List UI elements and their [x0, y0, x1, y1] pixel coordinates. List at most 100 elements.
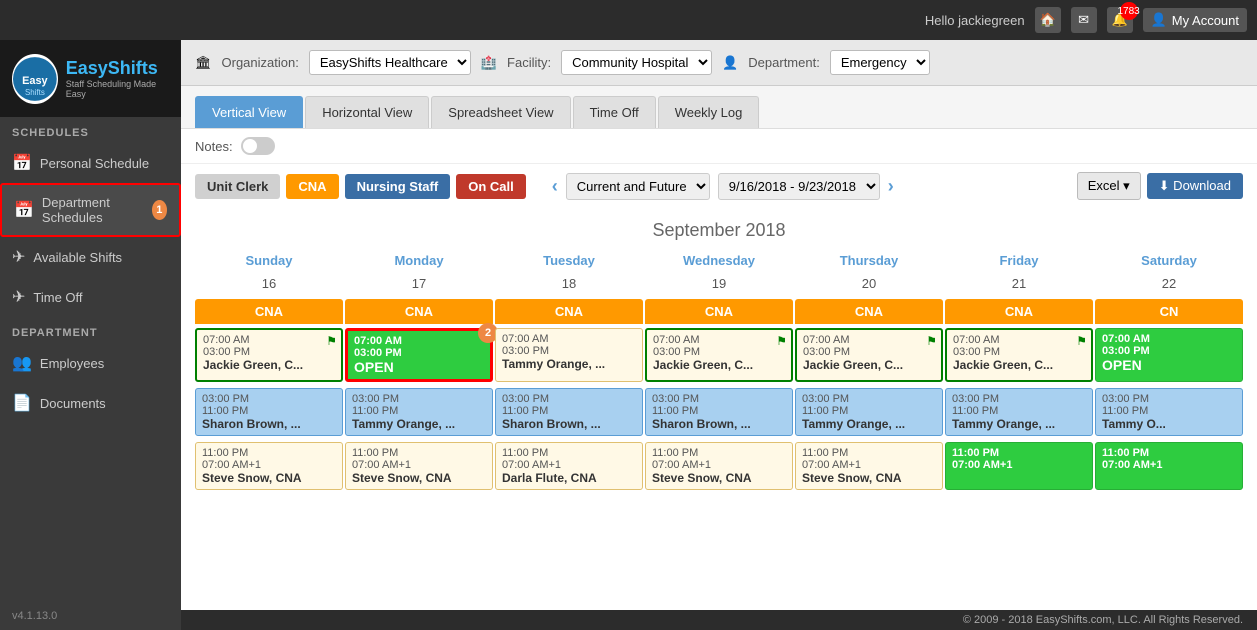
tab-vertical-view[interactable]: Vertical View	[195, 96, 303, 128]
shift-type-row: Unit Clerk CNA Nursing Staff On Call ‹ C…	[181, 164, 1257, 208]
org-select[interactable]: EasyShifts Healthcare	[309, 50, 471, 75]
sidebar-item-department-schedules[interactable]: 📅 Department Schedules 1	[0, 183, 181, 237]
mail-icon[interactable]: ✉	[1071, 7, 1097, 33]
sidebar-footer: v4.1.13.0	[0, 602, 181, 630]
shift-end: 11:00 PM	[802, 405, 936, 417]
shift-card-fri-2[interactable]: 03:00 PM 11:00 PM Tammy Orange, ...	[945, 388, 1093, 436]
shift-end: 03:00 PM	[953, 346, 1085, 358]
date-19: 19	[645, 274, 793, 293]
excel-button[interactable]: Excel ▾	[1077, 172, 1141, 200]
shift-start: 07:00 AM	[1102, 333, 1236, 345]
dept-select[interactable]: Emergency	[830, 50, 930, 75]
calendar-icon: 📅	[12, 153, 32, 173]
shift-person: Steve Snow, CNA	[202, 471, 336, 485]
facility-icon: 🏥	[481, 55, 497, 71]
shift-card-fri-1[interactable]: 07:00 AM 03:00 PM Jackie Green, C... ⚑	[945, 328, 1093, 382]
shift-card-mon-3[interactable]: 11:00 PM 07:00 AM+1 Steve Snow, CNA	[345, 442, 493, 490]
shift-card-tue-2[interactable]: 03:00 PM 11:00 PM Sharon Brown, ...	[495, 388, 643, 436]
notifications-icon[interactable]: 🔔 1783	[1107, 7, 1133, 33]
home-icon[interactable]: 🏠	[1035, 7, 1061, 33]
sidebar-item-available-shifts[interactable]: ✈ Available Shifts	[0, 237, 181, 277]
shift-start: 11:00 PM	[202, 447, 336, 459]
next-week-button[interactable]: ›	[888, 176, 894, 197]
notes-toggle[interactable]	[241, 137, 275, 155]
date-20: 20	[795, 274, 943, 293]
shift-card-mon-2[interactable]: 03:00 PM 11:00 PM Tammy Orange, ...	[345, 388, 493, 436]
org-label: Organization:	[222, 55, 299, 70]
shift-person: Steve Snow, CNA	[802, 471, 936, 485]
shift-person: Tammy Orange, ...	[952, 417, 1086, 431]
tab-time-off[interactable]: Time Off	[573, 96, 656, 128]
shift-end: 11:00 PM	[502, 405, 636, 417]
notes-toolbar: Notes:	[181, 129, 1257, 164]
department-section-label: DEPARTMENT	[0, 317, 181, 343]
shift-card-mon-1[interactable]: 07:00 AM 03:00 PM OPEN 2	[345, 328, 493, 382]
shift-card-thu-2[interactable]: 03:00 PM 11:00 PM Tammy Orange, ...	[795, 388, 943, 436]
logo-icon: Easy Shifts	[12, 54, 58, 104]
nursing-staff-button[interactable]: Nursing Staff	[345, 174, 451, 199]
shift-person: Jackie Green, C...	[653, 358, 785, 372]
shift-card-sun-2[interactable]: 03:00 PM 11:00 PM Sharon Brown, ...	[195, 388, 343, 436]
shift-card-thu-1[interactable]: 07:00 AM 03:00 PM Jackie Green, C... ⚑	[795, 328, 943, 382]
cna-header-fri: CNA	[945, 299, 1093, 324]
shift-end: 03:00 PM	[354, 347, 484, 359]
tab-spreadsheet-view[interactable]: Spreadsheet View	[431, 96, 570, 128]
shift-person: Tammy Orange, ...	[802, 417, 936, 431]
shift-person: Jackie Green, C...	[803, 358, 935, 372]
layout: Easy Shifts EasyShifts Staff Scheduling …	[0, 40, 1257, 630]
shift-card-wed-2[interactable]: 03:00 PM 11:00 PM Sharon Brown, ...	[645, 388, 793, 436]
shift-end: 11:00 PM	[1102, 405, 1236, 417]
dept-icon: 👤	[722, 55, 738, 71]
shift-card-tue-3[interactable]: 11:00 PM 07:00 AM+1 Darla Flute, CNA	[495, 442, 643, 490]
tab-horizontal-view[interactable]: Horizontal View	[305, 96, 429, 128]
date-21: 21	[945, 274, 1093, 293]
download-button[interactable]: ⬇ Download	[1147, 173, 1243, 199]
shift-person: Tammy O...	[1102, 417, 1236, 431]
oncall-button[interactable]: On Call	[456, 174, 526, 199]
shift-person: Tammy Orange, ...	[502, 357, 636, 371]
shift-card-sun-3[interactable]: 11:00 PM 07:00 AM+1 Steve Snow, CNA	[195, 442, 343, 490]
shift-person: Sharon Brown, ...	[652, 417, 786, 431]
footer: © 2009 - 2018 EasyShifts.com, LLC. All R…	[181, 610, 1257, 630]
account-label: My Account	[1172, 13, 1239, 28]
shift-card-sat-2[interactable]: 03:00 PM 11:00 PM Tammy O...	[1095, 388, 1243, 436]
green-flag-icon: ⚑	[326, 334, 337, 348]
prev-week-button[interactable]: ‹	[552, 176, 558, 197]
employees-icon: 👥	[12, 353, 32, 373]
day-header-saturday: Saturday	[1095, 249, 1243, 272]
cna-header-sat: CN	[1095, 299, 1243, 324]
dept-schedule-badge: 1	[152, 200, 167, 220]
shift-card-wed-1[interactable]: 07:00 AM 03:00 PM Jackie Green, C... ⚑	[645, 328, 793, 382]
shift-card-sat-1[interactable]: 07:00 AM 03:00 PM OPEN	[1095, 328, 1243, 382]
shift-card-tue-1[interactable]: 07:00 AM 03:00 PM Tammy Orange, ...	[495, 328, 643, 382]
shift-person: Steve Snow, CNA	[652, 471, 786, 485]
shift-end: 07:00 AM+1	[1102, 459, 1236, 471]
shift-card-thu-3[interactable]: 11:00 PM 07:00 AM+1 Steve Snow, CNA	[795, 442, 943, 490]
tab-weekly-log[interactable]: Weekly Log	[658, 96, 760, 128]
date-22: 22	[1095, 274, 1243, 293]
shift-end: 07:00 AM+1	[502, 459, 636, 471]
sidebar-item-time-off[interactable]: ✈ Time Off	[0, 277, 181, 317]
cna-button[interactable]: CNA	[286, 174, 338, 199]
shift-end: 07:00 AM+1	[352, 459, 486, 471]
shift-person: Sharon Brown, ...	[202, 417, 336, 431]
shift-card-fri-3[interactable]: 11:00 PM 07:00 AM+1	[945, 442, 1093, 490]
sidebar-item-employees[interactable]: 👥 Employees	[0, 343, 181, 383]
sidebar-item-documents[interactable]: 📄 Documents	[0, 383, 181, 423]
unit-clerk-button[interactable]: Unit Clerk	[195, 174, 280, 199]
shift-card-sun-1[interactable]: 07:00 AM 03:00 PM Jackie Green, C... ⚑	[195, 328, 343, 382]
range-select[interactable]: Current and Future	[566, 173, 710, 200]
facility-select[interactable]: Community Hospital	[561, 50, 712, 75]
shift-start: 11:00 PM	[802, 447, 936, 459]
shift-card-wed-3[interactable]: 11:00 PM 07:00 AM+1 Steve Snow, CNA	[645, 442, 793, 490]
shift-card-sat-3[interactable]: 11:00 PM 07:00 AM+1	[1095, 442, 1243, 490]
sidebar-item-label: Documents	[40, 396, 106, 411]
shift-person: Steve Snow, CNA	[352, 471, 486, 485]
sidebar-item-personal-schedule[interactable]: 📅 Personal Schedule	[0, 143, 181, 183]
documents-icon: 📄	[12, 393, 32, 413]
date-range-select[interactable]: 9/16/2018 - 9/23/2018	[718, 173, 880, 200]
shift-start: 07:00 AM	[203, 334, 335, 346]
tab-bar: Vertical View Horizontal View Spreadshee…	[181, 86, 1257, 129]
my-account-button[interactable]: 👤 My Account	[1143, 8, 1247, 32]
shift-start: 11:00 PM	[952, 447, 1086, 459]
